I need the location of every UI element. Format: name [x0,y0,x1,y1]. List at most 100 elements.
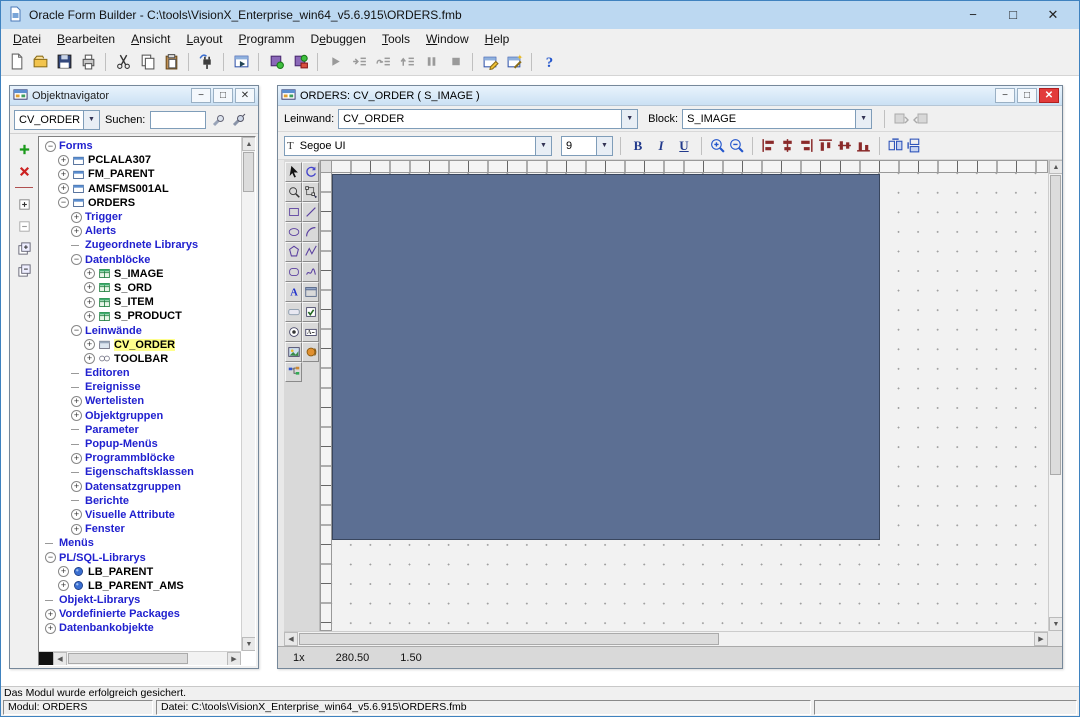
align-bottom-icon[interactable] [855,137,872,154]
tree-item-label[interactable]: Visuelle Attribute [85,509,175,521]
compile-all-button[interactable] [289,51,311,73]
chevron-down-icon[interactable]: ▼ [83,111,99,129]
stop-button[interactable] [444,51,466,73]
copy-button[interactable] [136,51,158,73]
tree-item-men-s[interactable]: Menüs [41,536,241,550]
search-flashlight-icon[interactable] [211,112,227,128]
align-top-icon[interactable] [817,137,834,154]
polyline-tool[interactable] [302,242,319,262]
menu-ansicht[interactable]: Ansicht [123,31,178,47]
navigator-restore-button[interactable]: □ [213,88,233,103]
tree-item-label[interactable]: TOOLBAR [114,353,168,365]
tree-item-toolbar[interactable]: +TOOLBAR [41,352,241,366]
tree-item-label[interactable]: Berichte [85,495,129,507]
tree-item-zugeordnete-librarys[interactable]: Zugeordnete Librarys [41,238,241,252]
zoom-in-icon[interactable] [709,137,726,154]
tree-item-parameter[interactable]: Parameter [41,423,241,437]
tree-item-label[interactable]: Fenster [85,523,125,535]
expand-node-icon[interactable]: + [84,297,95,308]
font-size-combobox[interactable]: 9 ▼ [561,136,613,156]
menu-layout[interactable]: Layout [178,31,230,47]
tree-item-trigger[interactable]: +Trigger [41,210,241,224]
flip-horizontal-icon[interactable] [887,137,904,154]
block-combobox[interactable]: S_IMAGE ▼ [682,109,872,129]
editor-vertical-scrollbar[interactable]: ▲ ▼ [1048,160,1062,631]
scrollbar-thumb[interactable] [299,633,719,645]
form-canvas[interactable] [332,174,880,540]
menu-help[interactable]: Help [477,31,518,47]
expand-node-icon[interactable]: + [58,183,69,194]
collapse-node-icon[interactable]: − [45,141,56,152]
run-form-button[interactable] [230,51,252,73]
tree-item-s-item[interactable]: + S_ITEM [41,295,241,309]
chevron-down-icon[interactable]: ▼ [855,110,871,128]
expand-node-icon[interactable]: + [58,155,69,166]
tree-item-forms[interactable]: −Forms [41,139,241,153]
minimize-button[interactable]: − [953,7,993,23]
expand-node-icon[interactable]: + [58,169,69,180]
update-layout-icon[interactable] [893,111,909,127]
tree-item-visuelle-attribute[interactable]: +Visuelle Attribute [41,508,241,522]
tree-item-label[interactable]: Datenblöcke [85,254,150,266]
chevron-down-icon[interactable]: ▼ [596,137,612,155]
expand-node-icon[interactable]: + [71,453,82,464]
tree-item-label[interactable]: Vordefinierte Packages [59,608,180,620]
close-button[interactable]: ✕ [1033,7,1073,23]
rounded-rectangle-tool[interactable] [285,262,302,282]
tree-item-pl-sql-librarys[interactable]: −PL/SQL-Librarys [41,550,241,564]
chevron-down-icon[interactable]: ▼ [621,110,637,128]
tree-item-label[interactable]: Ereignisse [85,381,141,393]
tree-item-label[interactable]: S_PRODUCT [114,310,182,322]
menu-tools[interactable]: Tools [374,31,418,47]
scroll-right-icon[interactable]: ▶ [227,652,241,666]
tree-item-label[interactable]: S_IMAGE [114,268,164,280]
tree-item-lb-parent[interactable]: +LB_PARENT [41,565,241,579]
tree-item-fenster[interactable]: +Fenster [41,522,241,536]
italic-button[interactable]: I [651,136,671,156]
collapse-node-icon[interactable]: − [71,325,82,336]
tree-item-label[interactable]: Datenbankobjekte [59,622,154,634]
align-middle-icon[interactable] [836,137,853,154]
collapse-node-icon[interactable]: − [45,552,56,563]
create-button[interactable] [14,140,34,158]
menu-window[interactable]: Window [418,31,477,47]
expand-node-icon[interactable]: + [71,524,82,535]
tree-item-eigenschaftsklassen[interactable]: Eigenschaftsklassen [41,465,241,479]
tree-item-label[interactable]: AMSFMS001AL [88,183,169,195]
hierarchical-tree-tool[interactable] [285,362,302,382]
tree-item-editoren[interactable]: Editoren [41,366,241,380]
checkbox-tool[interactable] [302,302,319,322]
rearrange-icon[interactable] [913,111,929,127]
magnify-tool[interactable] [285,182,302,202]
tree-item-label[interactable]: PCLALA307 [88,154,151,166]
tree-item-alerts[interactable]: +Alerts [41,224,241,238]
text-tool[interactable]: A [285,282,302,302]
layout-minimize-button[interactable]: − [995,88,1015,103]
expand-node-icon[interactable]: + [84,311,95,322]
polygon-tool[interactable] [285,242,302,262]
canvas-combobox[interactable]: CV_ORDER ▼ [338,109,638,129]
scrollbar-thumb[interactable] [68,653,188,664]
scroll-up-icon[interactable]: ▲ [242,137,256,151]
navigator-scope-combobox[interactable]: CV_ORDER ▼ [14,110,100,130]
menu-programm[interactable]: Programm [231,31,303,47]
underline-button[interactable]: U [674,136,694,156]
zoom-out-icon[interactable] [728,137,745,154]
navigator-tree-vertical-scrollbar[interactable]: ▲ ▼ [241,137,255,651]
ellipse-tool[interactable] [285,222,302,242]
tree-item-label[interactable]: Objektgruppen [85,410,163,422]
tree-item-label[interactable]: Objekt-Librarys [59,594,140,606]
arc-tool[interactable] [302,222,319,242]
expand-button[interactable] [14,195,34,213]
freehand-tool[interactable] [302,262,319,282]
tree-item-datensatzgruppen[interactable]: +Datensatzgruppen [41,480,241,494]
editor-horizontal-scrollbar[interactable]: ◀ ▶ [284,631,1048,646]
tree-item-fm-parent[interactable]: +FM_PARENT [41,167,241,181]
scrollbar-thumb[interactable] [243,152,254,192]
image-item-tool[interactable] [285,342,302,362]
tree-item-pclala307[interactable]: + PCLALA307 [41,153,241,167]
tree-item-label[interactable]: S_ITEM [114,296,154,308]
step-into-button[interactable] [348,51,370,73]
bold-button[interactable]: B [628,136,648,156]
scroll-right-icon[interactable]: ▶ [1034,632,1048,646]
